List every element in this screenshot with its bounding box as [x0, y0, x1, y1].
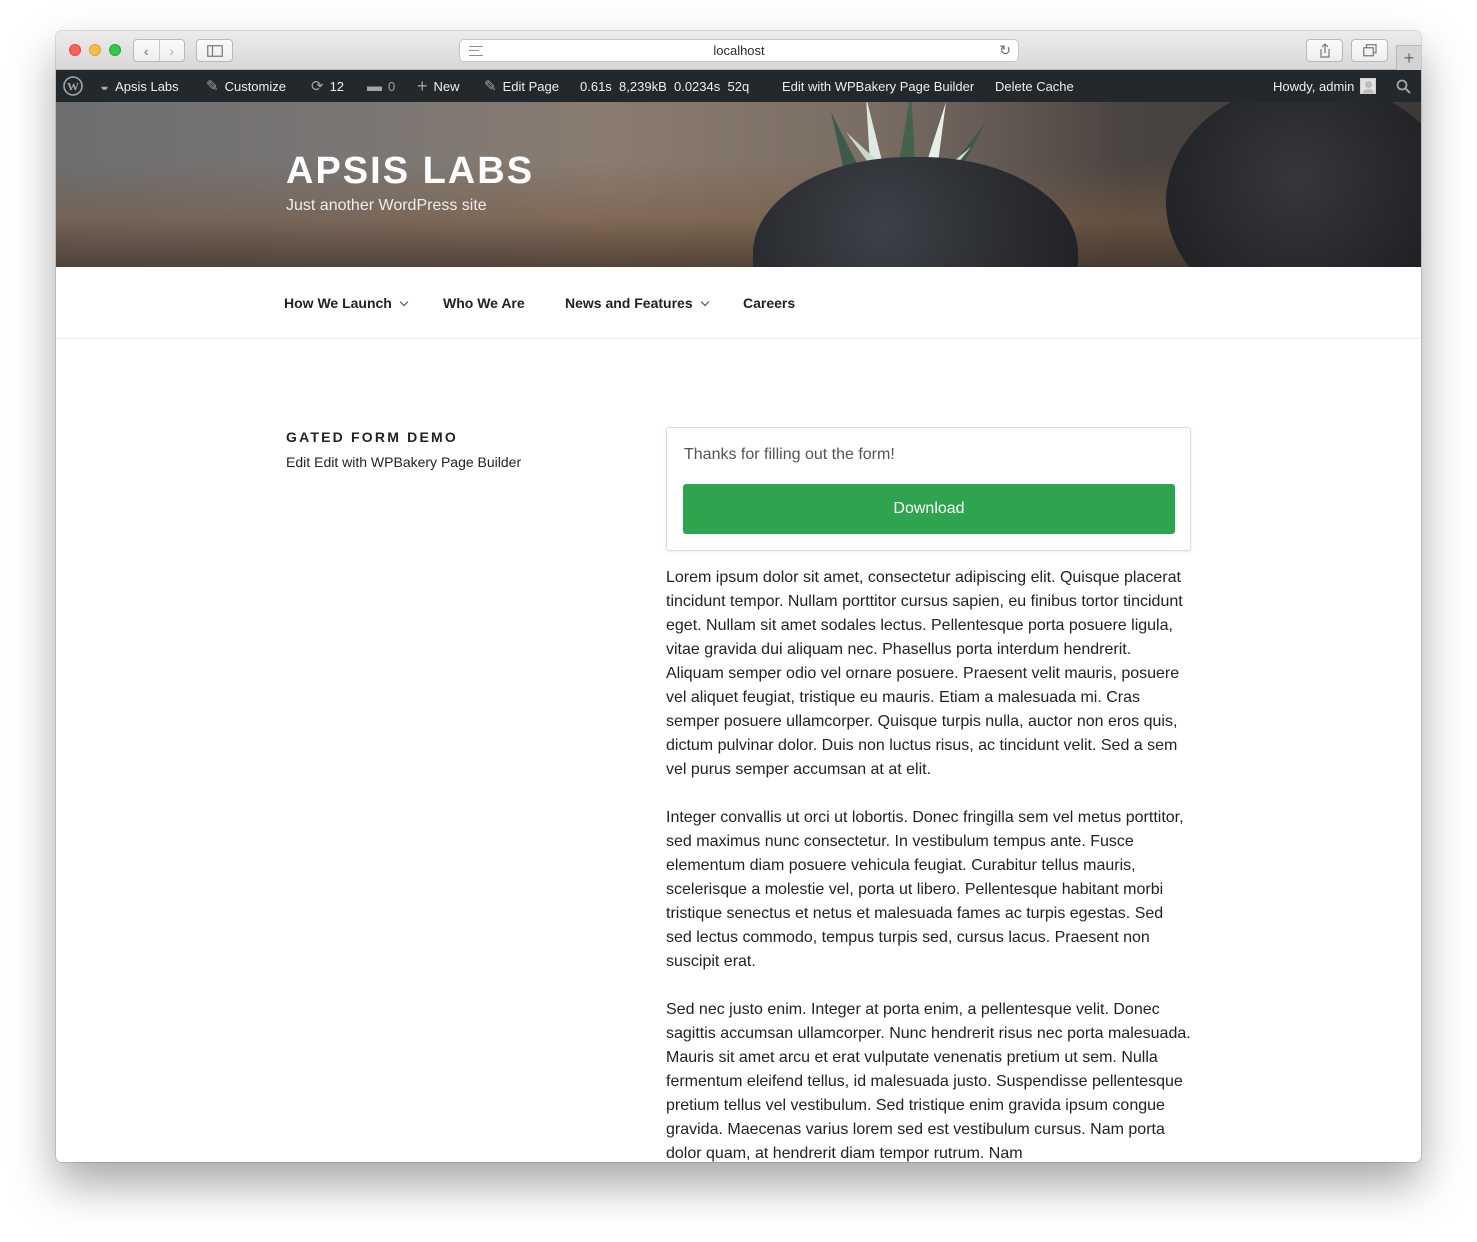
forward-button[interactable]: › — [158, 40, 185, 61]
gated-form-panel: Thanks for filling out the form! Downloa… — [666, 427, 1191, 551]
history-navigation: ‹ › — [133, 39, 185, 62]
wordpress-icon: W — [63, 76, 83, 96]
updates-icon: ⟳ — [311, 78, 324, 95]
edit-page-link[interactable]: ✎ Edit Page — [484, 70, 559, 102]
share-icon — [1319, 43, 1330, 58]
content-paragraph: Integer convallis ut orci ut lobortis. D… — [666, 809, 1184, 970]
dashboard-icon: ◒ — [100, 77, 110, 95]
account-menu[interactable]: Howdy, admin — [1273, 70, 1377, 102]
edit-page-label: Edit Page — [502, 78, 559, 94]
page-content: Lorem ipsum dolor sit amet, consectetur … — [666, 566, 1191, 1162]
wp-admin-bar: W ◒ Apsis Labs ✎ Customize ⟳ 12 ▬ 0 + Ne… — [56, 70, 1421, 102]
customize-label: Customize — [224, 78, 286, 94]
comments-link[interactable]: ▬ 0 — [367, 70, 395, 102]
perf-time: 0.61s — [580, 78, 612, 94]
admin-search-button[interactable] — [1396, 70, 1411, 102]
chevron-right-icon: › — [169, 42, 175, 59]
form-success-message: Thanks for filling out the form! — [684, 446, 895, 463]
wordpress-logo-menu[interactable]: W — [63, 70, 83, 102]
pencil-icon: ✎ — [484, 78, 497, 95]
avatar — [1360, 78, 1377, 94]
sidebar-icon — [206, 44, 223, 57]
share-button[interactable] — [1306, 39, 1343, 62]
customize-link[interactable]: ✎ Customize — [206, 70, 286, 102]
nav-item-news-and-features[interactable]: News and Features — [565, 267, 709, 339]
nav-label: Who We Are — [443, 295, 525, 311]
updates-count: 12 — [329, 78, 345, 94]
new-label: New — [433, 78, 460, 94]
site-title[interactable]: APSIS LABS — [286, 150, 534, 193]
content-paragraph: Lorem ipsum dolor sit amet, consectetur … — [666, 569, 1183, 778]
browser-toolbar: ‹ › localhost ↻ + — [56, 31, 1421, 70]
main-navigation: How We Launch Who We Are News and Featur… — [56, 267, 1421, 339]
comment-icon: ▬ — [367, 77, 382, 95]
download-button[interactable]: Download — [683, 484, 1175, 534]
nav-label: Careers — [743, 295, 796, 311]
minimize-window-button[interactable] — [89, 44, 101, 56]
nav-label: News and Features — [565, 295, 693, 311]
back-button[interactable]: ‹ — [134, 40, 159, 61]
tabs-icon — [1362, 44, 1377, 57]
wpbakery-link[interactable]: Edit with WPBakery Page Builder — [782, 70, 974, 102]
nav-item-who-we-are[interactable]: Who We Are — [443, 267, 525, 339]
chevron-left-icon: ‹ — [143, 42, 149, 59]
reload-icon[interactable]: ↻ — [999, 42, 1011, 59]
reader-icon[interactable] — [469, 46, 483, 56]
perf-query-time: 0.0234s — [673, 78, 721, 94]
header-image: APSIS LABS Just another WordPress site — [56, 102, 1421, 267]
delete-cache-link[interactable]: Delete Cache — [995, 70, 1074, 102]
sidebar-toggle-button[interactable] — [196, 39, 233, 62]
delete-cache-label: Delete Cache — [995, 78, 1074, 94]
tabs-overview-button[interactable] — [1351, 39, 1388, 62]
nav-item-careers[interactable]: Careers — [743, 267, 795, 339]
url-text: localhost — [713, 43, 765, 58]
plus-icon: + — [1403, 47, 1415, 68]
site-tagline: Just another WordPress site — [286, 197, 487, 214]
new-tab-button[interactable]: + — [1396, 45, 1421, 70]
search-icon — [1396, 79, 1411, 94]
howdy-label: Howdy, admin — [1273, 78, 1355, 94]
browser-window: ‹ › localhost ↻ + W ◒ Apsis Labs ✎ Custo… — [56, 31, 1421, 1162]
chevron-down-icon — [700, 297, 709, 306]
svg-text:W: W — [67, 80, 79, 94]
wpbakery-label: Edit with WPBakery Page Builder — [782, 78, 975, 94]
close-window-button[interactable] — [69, 44, 81, 56]
perf-queries: 52q — [727, 78, 750, 94]
nav-label: How We Launch — [284, 295, 392, 311]
updates-link[interactable]: ⟳ 12 — [311, 70, 344, 102]
perf-memory: 8,239kB — [619, 78, 667, 94]
edit-link[interactable]: Edit — [286, 454, 310, 470]
zoom-window-button[interactable] — [109, 44, 121, 56]
nav-item-how-we-launch[interactable]: How We Launch — [284, 267, 409, 339]
address-bar[interactable]: localhost ↻ — [459, 39, 1019, 62]
content-paragraph: Sed nec justo enim. Integer at porta eni… — [666, 1001, 1191, 1162]
page-title: GATED FORM DEMO — [286, 429, 458, 445]
new-content-menu[interactable]: + New — [417, 70, 460, 102]
site-name-label: Apsis Labs — [115, 78, 179, 94]
chevron-down-icon — [399, 297, 409, 306]
edit-links: Edit Edit with WPBakery Page Builder — [286, 454, 525, 470]
comments-count: 0 — [388, 78, 396, 94]
query-monitor-menu[interactable]: 0.61s 8,239kB 0.0234s 52q — [580, 70, 749, 102]
plus-icon: + — [417, 75, 428, 96]
wpbakery-edit-link[interactable]: Edit with WPBakery Page Builder — [314, 454, 521, 470]
background-pot-image — [1166, 102, 1421, 267]
brush-icon: ✎ — [206, 78, 219, 95]
site-name-menu[interactable]: ◒ Apsis Labs — [100, 70, 179, 102]
